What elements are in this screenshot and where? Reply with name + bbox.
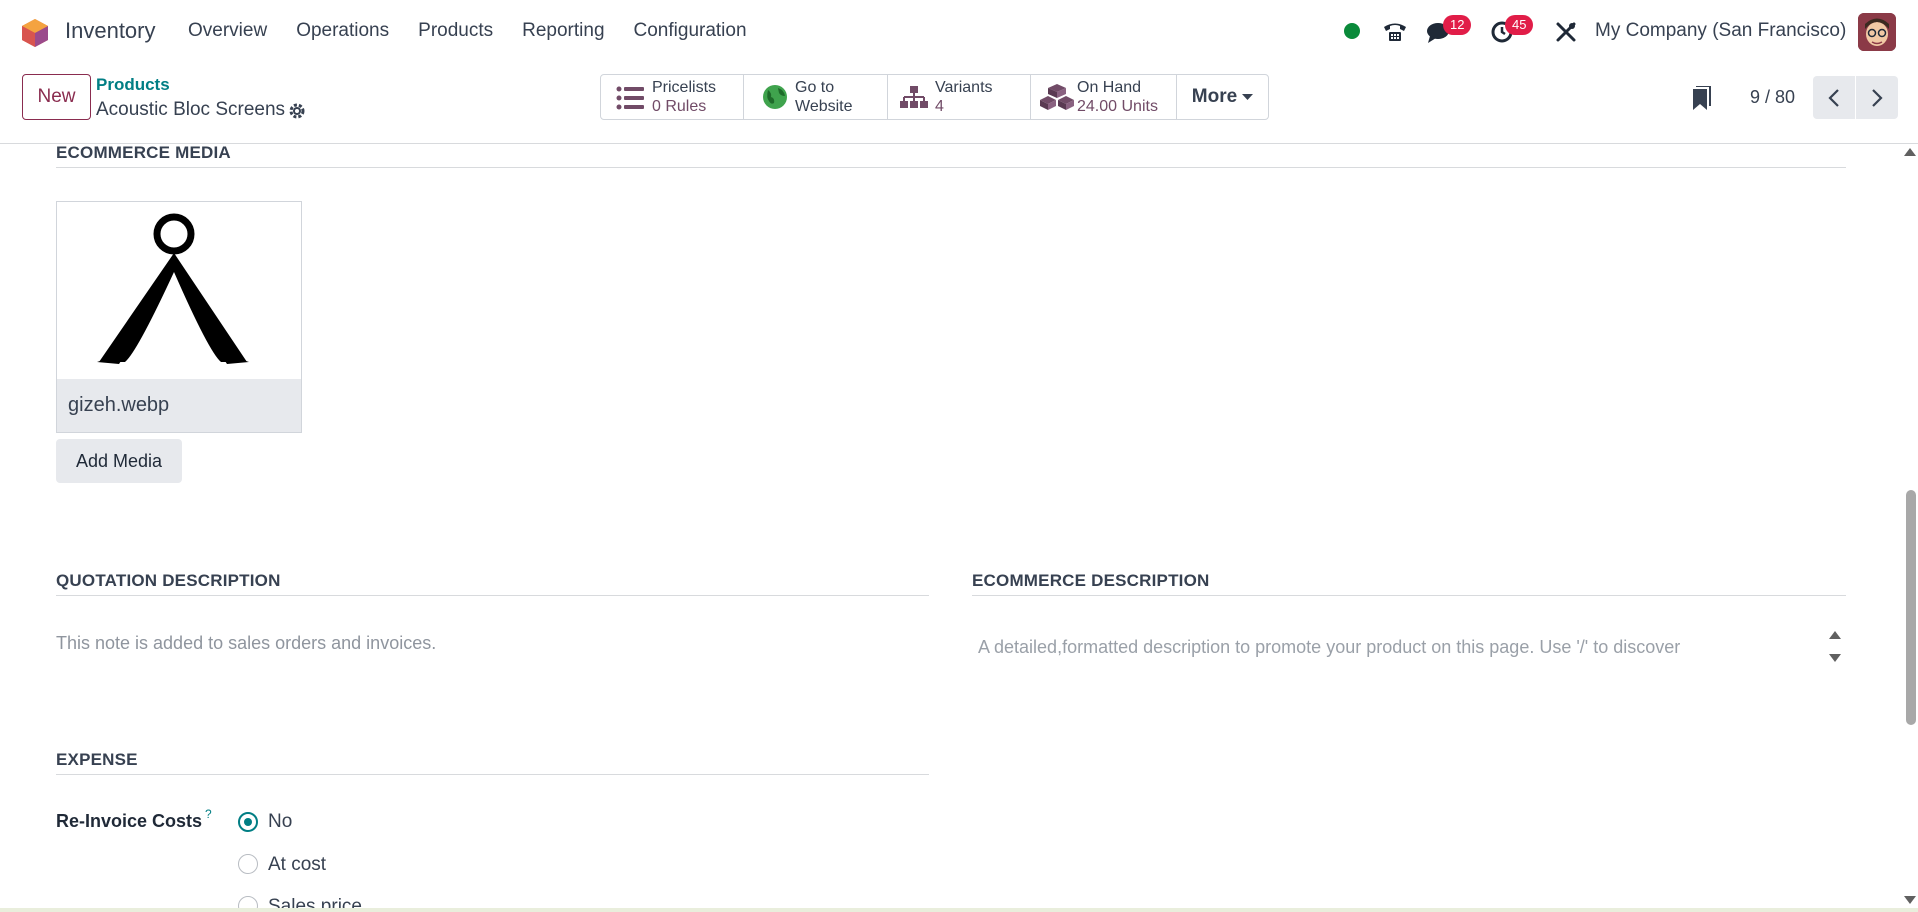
globe-icon bbox=[763, 85, 787, 109]
add-media-button[interactable]: Add Media bbox=[56, 439, 182, 483]
chevron-right-icon bbox=[1872, 88, 1883, 107]
scrollbar-thumb[interactable] bbox=[1906, 490, 1916, 725]
media-file-name: gizeh.webp bbox=[57, 379, 301, 432]
smart-button-value: 24.00 Units bbox=[1077, 98, 1158, 115]
editor-resize-arrows-icon[interactable] bbox=[1828, 629, 1842, 669]
section-title-expense: EXPENSE bbox=[56, 750, 138, 769]
section-divider bbox=[56, 595, 929, 596]
messages-badge: 12 bbox=[1443, 15, 1472, 35]
menu-operations[interactable]: Operations bbox=[296, 20, 389, 42]
bottom-edge-strip bbox=[0, 908, 1918, 912]
app-name[interactable]: Inventory bbox=[65, 18, 156, 44]
help-tooltip-icon[interactable]: ? bbox=[205, 807, 212, 821]
smart-button-go-to-website[interactable]: Go to Website bbox=[743, 74, 888, 120]
bookmark-icon[interactable] bbox=[1689, 86, 1711, 112]
list-icon bbox=[616, 86, 644, 110]
smart-button-variants[interactable]: Variants 4 bbox=[887, 74, 1031, 120]
phone-icon[interactable] bbox=[1382, 20, 1408, 44]
menu-reporting[interactable]: Reporting bbox=[522, 20, 604, 42]
breadcrumb-products-link[interactable]: Products bbox=[96, 75, 170, 95]
pager-value[interactable]: 9 / 80 bbox=[1750, 87, 1795, 108]
smart-button-label: Variants bbox=[935, 79, 993, 96]
company-switcher[interactable]: My Company (San Francisco) bbox=[1595, 20, 1846, 42]
smart-button-pricelists[interactable]: Pricelists 0 Rules bbox=[600, 74, 744, 120]
section-title-quotation-description: QUOTATION DESCRIPTION bbox=[56, 571, 281, 590]
radio-label-at-cost[interactable]: At cost bbox=[268, 854, 326, 876]
menu-products[interactable]: Products bbox=[418, 20, 493, 42]
tools-icon[interactable] bbox=[1554, 20, 1578, 44]
user-avatar[interactable] bbox=[1858, 13, 1896, 51]
radio-no[interactable] bbox=[238, 812, 258, 832]
radio-at-cost[interactable] bbox=[238, 854, 258, 874]
new-record-button[interactable]: New bbox=[22, 74, 91, 120]
smart-button-value: 0 Rules bbox=[652, 98, 707, 115]
presence-status-icon bbox=[1344, 23, 1360, 39]
pager-next-button[interactable] bbox=[1856, 76, 1898, 119]
caret-down-icon bbox=[1242, 93, 1254, 100]
smart-button-label: On Hand bbox=[1077, 79, 1142, 96]
cubes-icon bbox=[1040, 84, 1074, 110]
radio-label-no[interactable]: No bbox=[268, 811, 292, 833]
record-title: Acoustic Bloc Screens bbox=[96, 99, 286, 120]
odoo-inventory-logo-icon[interactable] bbox=[20, 18, 50, 48]
activities-badge: 45 bbox=[1505, 15, 1534, 35]
chevron-left-icon bbox=[1828, 88, 1839, 107]
media-card[interactable]: gizeh.webp bbox=[56, 201, 302, 433]
control-panel-divider bbox=[0, 143, 1918, 144]
ecommerce-description-editor[interactable]: A detailed,formatted description to prom… bbox=[978, 637, 1680, 658]
menu-overview[interactable]: Overview bbox=[188, 20, 267, 42]
media-thumbnail-image bbox=[57, 202, 301, 379]
section-divider bbox=[56, 774, 929, 775]
more-dropdown-button[interactable]: More bbox=[1176, 74, 1269, 120]
menu-configuration[interactable]: Configuration bbox=[634, 20, 747, 42]
smart-button-value: Website bbox=[795, 98, 853, 115]
section-title-ecommerce-media: ECOMMERCE MEDIA bbox=[56, 143, 231, 162]
quotation-description-field[interactable]: This note is added to sales orders and i… bbox=[56, 633, 436, 654]
smart-button-value: 4 bbox=[935, 98, 944, 115]
scroll-up-arrow-icon[interactable] bbox=[1904, 148, 1916, 156]
gear-icon[interactable] bbox=[287, 101, 307, 121]
section-divider bbox=[56, 167, 1846, 168]
re-invoice-costs-label: Re-Invoice Costs bbox=[56, 811, 203, 831]
smart-button-on-hand[interactable]: On Hand 24.00 Units bbox=[1030, 74, 1177, 120]
sitemap-icon bbox=[900, 86, 928, 108]
section-title-ecommerce-description: ECOMMERCE DESCRIPTION bbox=[972, 571, 1210, 590]
scroll-down-arrow-icon[interactable] bbox=[1904, 896, 1916, 904]
more-label: More bbox=[1191, 86, 1238, 107]
section-divider bbox=[972, 595, 1846, 596]
smart-button-label: Go to bbox=[795, 79, 835, 96]
pager-previous-button[interactable] bbox=[1813, 76, 1855, 119]
main-navbar: Inventory Overview Operations Products R… bbox=[0, 0, 1918, 64]
top-menu: Overview Operations Products Reporting C… bbox=[188, 20, 776, 42]
smart-button-label: Pricelists bbox=[652, 79, 717, 96]
